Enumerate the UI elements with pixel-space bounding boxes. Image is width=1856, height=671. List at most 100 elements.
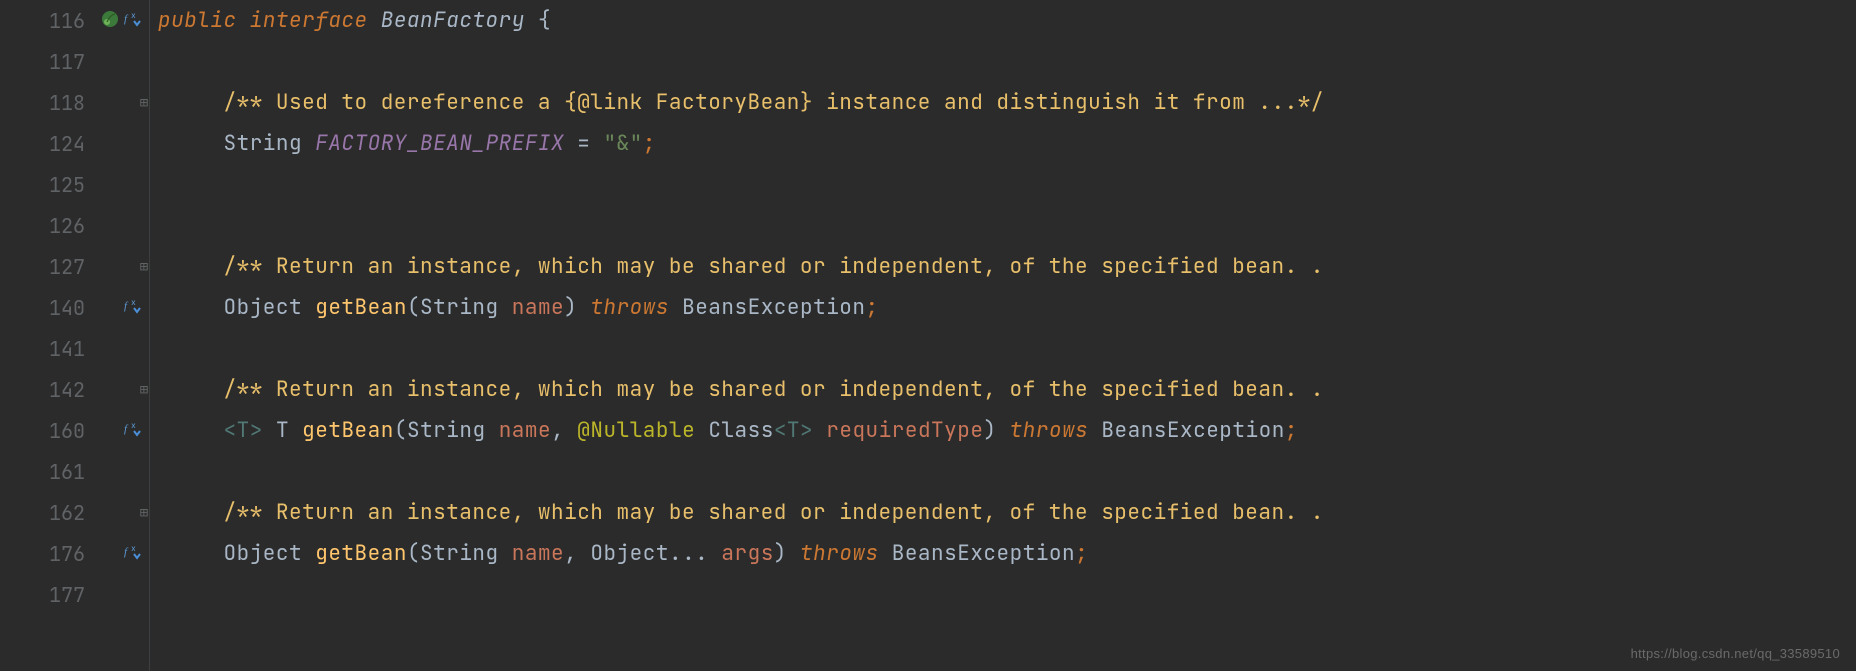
code-line-blank[interactable]: [158, 41, 1856, 82]
keyword-throws: throws: [590, 294, 669, 321]
return-type: Object: [224, 540, 303, 567]
implemented-icon[interactable]: fx: [123, 418, 141, 444]
generic-type: T: [787, 417, 800, 444]
gutter-row[interactable]: 118 ⊞: [0, 82, 149, 123]
code-line-blank[interactable]: [158, 451, 1856, 492]
code-line[interactable]: public interface BeanFactory {: [158, 0, 1856, 41]
gutter-row[interactable]: 124: [0, 123, 149, 164]
implemented-icon[interactable]: fx: [123, 541, 141, 567]
code-line[interactable]: <T> T getBean(String name, @Nullable Cla…: [158, 410, 1856, 451]
annotation-nullable: @Nullable: [577, 417, 695, 444]
line-number: 117: [41, 49, 85, 75]
javadoc-comment: /** Return an instance, which may be sha…: [224, 499, 1324, 526]
paren-close: ): [774, 540, 787, 567]
gutter-row[interactable]: 177: [0, 574, 149, 615]
keyword-public: public: [158, 7, 237, 34]
javadoc-comment: /** Return an instance, which may be sha…: [224, 376, 1324, 403]
semicolon: ;: [1285, 417, 1298, 444]
param-type: Class: [708, 417, 774, 444]
gutter-row[interactable]: 126: [0, 205, 149, 246]
code-line-blank[interactable]: [158, 205, 1856, 246]
line-number: 176: [41, 541, 85, 567]
exception-type: BeansException: [1101, 417, 1284, 444]
gutter-row[interactable]: 142 ⊞: [0, 369, 149, 410]
param-name: requiredType: [826, 417, 983, 444]
param-type: String: [420, 540, 499, 567]
semicolon: ;: [866, 294, 879, 321]
equals: =: [564, 130, 603, 157]
gutter-row[interactable]: 127 ⊞: [0, 246, 149, 287]
gutter-row[interactable]: 117: [0, 41, 149, 82]
semicolon: ;: [643, 130, 656, 157]
method-name: getBean: [315, 540, 407, 567]
code-line-blank[interactable]: [158, 164, 1856, 205]
gutter-icons: fx: [91, 8, 141, 34]
line-number: 118: [41, 90, 85, 116]
param-name: name: [499, 417, 551, 444]
code-line[interactable]: String FACTORY_BEAN_PREFIX = "&";: [158, 123, 1856, 164]
line-number: 116: [41, 8, 85, 34]
line-number: 177: [41, 582, 85, 608]
svg-text:f: f: [124, 546, 129, 558]
code-line[interactable]: Object getBean(String name, Object... ar…: [158, 533, 1856, 574]
gutter-icons: fx: [91, 541, 141, 567]
gutter-row[interactable]: 176 fx: [0, 533, 149, 574]
svg-text:x: x: [131, 421, 136, 431]
paren-close: ): [564, 294, 577, 321]
paren-open: (: [394, 417, 407, 444]
param-name: name: [512, 540, 564, 567]
gutter-row[interactable]: 162 ⊞: [0, 492, 149, 533]
svg-text:x: x: [131, 11, 136, 21]
svg-text:x: x: [131, 298, 136, 308]
paren-open: (: [407, 540, 420, 567]
fold-expand-icon[interactable]: ⊞: [137, 96, 151, 110]
line-number: 161: [41, 459, 85, 485]
line-number: 162: [41, 500, 85, 526]
code-editor: 116 fx 117 118⊞ 124 125 126 127⊞ 140 fx …: [0, 0, 1856, 671]
gutter-row[interactable]: 161: [0, 451, 149, 492]
generic-close: >: [800, 417, 813, 444]
code-line[interactable]: /** Return an instance, which may be sha…: [158, 246, 1856, 287]
gutter: 116 fx 117 118⊞ 124 125 126 127⊞ 140 fx …: [0, 0, 150, 671]
fold-expand-icon[interactable]: ⊞: [137, 260, 151, 274]
code-area[interactable]: public interface BeanFactory { /** Used …: [150, 0, 1856, 671]
generic-open: <: [774, 417, 787, 444]
param-name: args: [721, 540, 773, 567]
varargs: ...: [669, 540, 708, 567]
gutter-row[interactable]: 140 fx: [0, 287, 149, 328]
keyword-throws: throws: [1010, 417, 1089, 444]
code-line[interactable]: /** Return an instance, which may be sha…: [158, 369, 1856, 410]
semicolon: ;: [1075, 540, 1088, 567]
gutter-row[interactable]: 116 fx: [0, 0, 149, 41]
param-type: Object: [590, 540, 669, 567]
code-line[interactable]: /** Return an instance, which may be sha…: [158, 492, 1856, 533]
line-number: 126: [41, 213, 85, 239]
gutter-icons: fx: [91, 418, 141, 444]
param-type: String: [420, 294, 499, 321]
implemented-icon[interactable]: fx: [123, 8, 141, 34]
comma: ,: [551, 417, 577, 444]
javadoc-comment: /** Return an instance, which may be sha…: [224, 253, 1324, 280]
code-line[interactable]: Object getBean(String name) throws Beans…: [158, 287, 1856, 328]
line-number: 141: [41, 336, 85, 362]
brace-open: {: [538, 7, 551, 34]
param-type: String: [407, 417, 486, 444]
line-number: 142: [41, 377, 85, 403]
code-line-blank[interactable]: [158, 328, 1856, 369]
line-number: 140: [41, 295, 85, 321]
fold-expand-icon[interactable]: ⊞: [137, 383, 151, 397]
param-name: name: [512, 294, 564, 321]
code-line-blank[interactable]: [158, 574, 1856, 615]
bean-icon[interactable]: [101, 8, 119, 34]
gutter-row[interactable]: 141: [0, 328, 149, 369]
return-type: T: [276, 417, 289, 444]
code-line[interactable]: /** Used to dereference a {@link Factory…: [158, 82, 1856, 123]
implemented-icon[interactable]: fx: [123, 295, 141, 321]
gutter-row[interactable]: 125: [0, 164, 149, 205]
return-type: Object: [224, 294, 303, 321]
paren-close: ): [983, 417, 996, 444]
field-name: FACTORY_BEAN_PREFIX: [315, 130, 564, 157]
fold-expand-icon[interactable]: ⊞: [137, 506, 151, 520]
gutter-row[interactable]: 160 fx: [0, 410, 149, 451]
line-number: 127: [41, 254, 85, 280]
